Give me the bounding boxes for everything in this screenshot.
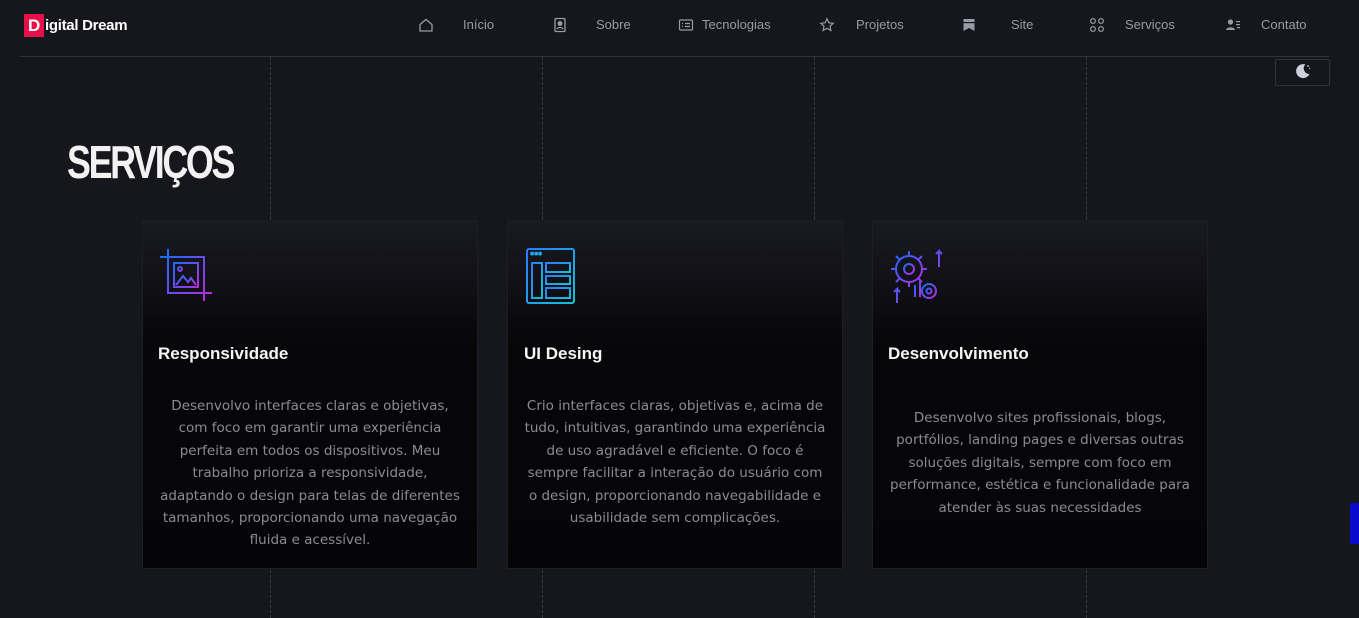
nav-label: Contato — [1261, 17, 1307, 32]
nav-label: Início — [463, 17, 495, 32]
theme-toggle-button[interactable] — [1275, 59, 1330, 86]
home-icon — [418, 16, 434, 34]
nav-label: Sobre — [596, 17, 631, 32]
bookmark-icon — [961, 16, 977, 34]
card-description: Crio interfaces claras, objetivas e, aci… — [524, 398, 826, 527]
header-divider — [20, 56, 1329, 57]
service-card-responsividade: Responsividade Desenvolvo interfaces cla… — [142, 220, 478, 569]
development-gears-icon — [889, 247, 945, 309]
moon-icon — [1294, 62, 1312, 84]
ui-layout-icon — [526, 248, 576, 308]
nav-label: Site — [1011, 17, 1034, 32]
grid-icon — [1089, 16, 1105, 34]
card-title: Desenvolvimento — [888, 344, 1029, 363]
star-icon — [819, 16, 835, 34]
card-title: Responsividade — [158, 344, 289, 363]
brand-logo-text: igital Dream — [45, 17, 128, 34]
section-title: SERVIÇOS — [67, 136, 235, 188]
card-description: Desenvolvo sites profissionais, blogs, p… — [890, 410, 1190, 516]
profile-icon — [552, 16, 568, 34]
card-description: Desenvolvo interfaces claras e objetivas… — [160, 398, 460, 549]
contact-icon — [1225, 16, 1241, 34]
list-icon — [678, 16, 694, 34]
responsive-crop-icon — [158, 247, 216, 309]
nav-label: Serviços — [1125, 17, 1175, 32]
brand-logo-letter: D — [24, 14, 44, 37]
scroll-accent — [1350, 503, 1359, 544]
card-title: UI Desing — [524, 344, 603, 363]
nav-label: Tecnologias — [702, 17, 771, 32]
brand-logo[interactable]: D igital Dream — [24, 14, 128, 37]
nav-label: Projetos — [856, 17, 904, 32]
service-card-ui-design: UI Desing Crio interfaces claras, objeti… — [507, 220, 843, 569]
top-navbar: D igital Dream Início Sobre Tecnologias … — [0, 0, 1359, 50]
service-card-desenvolvimento: Desenvolvimento Desenvolvo sites profiss… — [872, 220, 1208, 569]
